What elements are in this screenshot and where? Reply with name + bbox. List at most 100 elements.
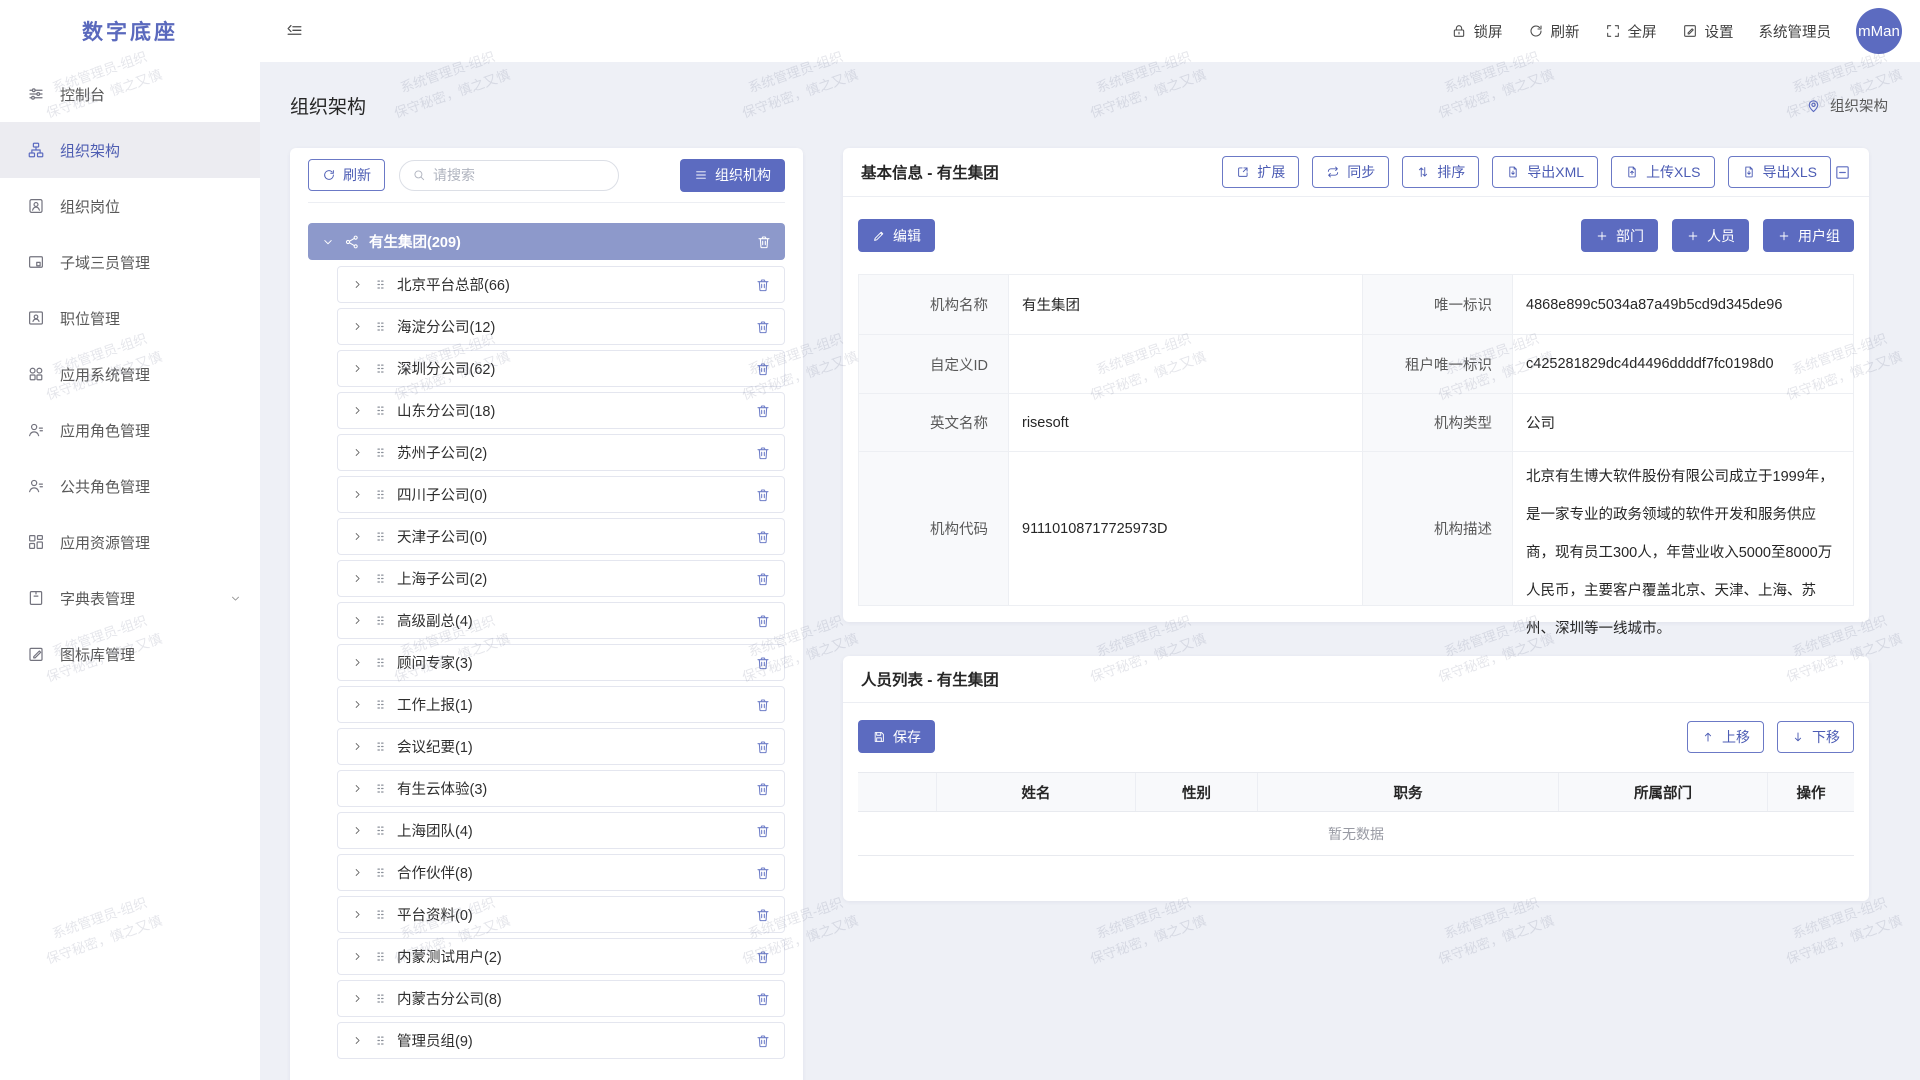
chevron-right-icon[interactable] <box>351 908 364 921</box>
chevron-right-icon[interactable] <box>351 446 364 459</box>
chevron-right-icon[interactable] <box>351 950 364 963</box>
trash-icon[interactable] <box>755 739 771 755</box>
tree-node[interactable]: 深圳分公司(62) <box>337 350 785 387</box>
toolbar-button[interactable]: 上传XLS <box>1611 156 1714 188</box>
tree-root-node[interactable]: 有生集团(209) <box>308 223 785 260</box>
tree-node[interactable]: 四川子公司(0) <box>337 476 785 513</box>
chevron-right-icon[interactable] <box>351 362 364 375</box>
trash-icon[interactable] <box>755 823 771 839</box>
drag-handle-icon[interactable] <box>373 319 388 334</box>
drag-handle-icon[interactable] <box>373 781 388 796</box>
drag-handle-icon[interactable] <box>373 697 388 712</box>
topbar-refresh-page[interactable]: 刷新 <box>1528 21 1580 42</box>
trash-icon[interactable] <box>755 361 771 377</box>
drag-handle-icon[interactable] <box>373 277 388 292</box>
chevron-right-icon[interactable] <box>351 992 364 1005</box>
drag-handle-icon[interactable] <box>373 907 388 922</box>
toolbar-button[interactable]: 同步 <box>1312 156 1389 188</box>
drag-handle-icon[interactable] <box>373 361 388 376</box>
drag-handle-icon[interactable] <box>373 991 388 1006</box>
sidebar-item[interactable]: 应用资源管理 <box>0 514 260 570</box>
tree-node[interactable]: 北京平台总部(66) <box>337 266 785 303</box>
drag-handle-icon[interactable] <box>373 571 388 586</box>
tree-node[interactable]: 苏州子公司(2) <box>337 434 785 471</box>
add-button[interactable]: 部门 <box>1581 219 1658 252</box>
chevron-right-icon[interactable] <box>351 698 364 711</box>
tree-node[interactable]: 平台资料(0) <box>337 896 785 933</box>
trash-icon[interactable] <box>755 781 771 797</box>
chevron-right-icon[interactable] <box>351 656 364 669</box>
save-button[interactable]: 保存 <box>858 720 935 753</box>
drag-handle-icon[interactable] <box>373 403 388 418</box>
tree-node[interactable]: 上海团队(4) <box>337 812 785 849</box>
topbar-fullscreen[interactable]: 全屏 <box>1605 21 1657 42</box>
sidebar-item[interactable]: 字典表管理 <box>0 570 260 626</box>
toolbar-button[interactable]: 扩展 <box>1222 156 1299 188</box>
trash-icon[interactable] <box>755 907 771 923</box>
drag-handle-icon[interactable] <box>373 487 388 502</box>
drag-handle-icon[interactable] <box>373 865 388 880</box>
drag-handle-icon[interactable] <box>373 823 388 838</box>
tree-node[interactable]: 海淀分公司(12) <box>337 308 785 345</box>
menu-fold-icon[interactable] <box>285 22 304 41</box>
sidebar-item[interactable]: 子域三员管理 <box>0 234 260 290</box>
trash-icon[interactable] <box>755 697 771 713</box>
collapse-panel-icon[interactable] <box>1834 164 1851 181</box>
drag-handle-icon[interactable] <box>373 445 388 460</box>
tree-node[interactable]: 山东分公司(18) <box>337 392 785 429</box>
tree-node[interactable]: 上海子公司(2) <box>337 560 785 597</box>
chevron-right-icon[interactable] <box>351 404 364 417</box>
chevron-right-icon[interactable] <box>351 278 364 291</box>
topbar-settings[interactable]: 设置 <box>1682 21 1734 42</box>
tree-refresh-button[interactable]: 刷新 <box>308 159 385 191</box>
drag-handle-icon[interactable] <box>373 1033 388 1048</box>
add-button[interactable]: 人员 <box>1672 219 1749 252</box>
add-button[interactable]: 用户组 <box>1763 219 1854 252</box>
sidebar-item[interactable]: 职位管理 <box>0 290 260 346</box>
drag-handle-icon[interactable] <box>373 949 388 964</box>
sidebar-item[interactable]: 组织岗位 <box>0 178 260 234</box>
tree-search-input[interactable] <box>433 167 606 183</box>
topbar-lock-screen[interactable]: 锁屏 <box>1451 21 1503 42</box>
sidebar-item[interactable]: 组织架构 <box>0 122 260 178</box>
trash-icon[interactable] <box>755 613 771 629</box>
edit-button[interactable]: 编辑 <box>858 219 935 252</box>
tree-node[interactable]: 合作伙伴(8) <box>337 854 785 891</box>
chevron-right-icon[interactable] <box>351 824 364 837</box>
toolbar-button[interactable]: 导出XML <box>1492 156 1598 188</box>
toolbar-button[interactable]: 排序 <box>1402 156 1479 188</box>
trash-icon[interactable] <box>755 403 771 419</box>
tree-node[interactable]: 顾问专家(3) <box>337 644 785 681</box>
tree-node[interactable]: 管理员组(9) <box>337 1022 785 1059</box>
tree-node[interactable]: 工作上报(1) <box>337 686 785 723</box>
drag-handle-icon[interactable] <box>373 655 388 670</box>
trash-icon[interactable] <box>755 529 771 545</box>
trash-icon[interactable] <box>755 319 771 335</box>
drag-handle-icon[interactable] <box>373 613 388 628</box>
username[interactable]: 系统管理员 <box>1759 21 1832 42</box>
sidebar-item[interactable]: 应用系统管理 <box>0 346 260 402</box>
move-down-button[interactable]: 下移 <box>1777 721 1854 753</box>
org-structure-button[interactable]: 组织机构 <box>680 159 785 192</box>
drag-handle-icon[interactable] <box>373 739 388 754</box>
trash-icon[interactable] <box>755 487 771 503</box>
sidebar-item[interactable]: 应用角色管理 <box>0 402 260 458</box>
tree-node[interactable]: 内蒙古分公司(8) <box>337 980 785 1017</box>
chevron-right-icon[interactable] <box>351 1034 364 1047</box>
trash-icon[interactable] <box>755 1033 771 1049</box>
trash-icon[interactable] <box>755 865 771 881</box>
tree-node[interactable]: 有生云体验(3) <box>337 770 785 807</box>
sidebar-item[interactable]: 公共角色管理 <box>0 458 260 514</box>
trash-icon[interactable] <box>755 571 771 587</box>
trash-icon[interactable] <box>755 991 771 1007</box>
chevron-right-icon[interactable] <box>351 866 364 879</box>
avatar[interactable]: mMan <box>1856 8 1902 54</box>
chevron-right-icon[interactable] <box>351 530 364 543</box>
chevron-right-icon[interactable] <box>351 740 364 753</box>
trash-icon[interactable] <box>755 655 771 671</box>
trash-icon[interactable] <box>756 234 772 250</box>
tree-node[interactable]: 会议纪要(1) <box>337 728 785 765</box>
trash-icon[interactable] <box>755 949 771 965</box>
sidebar-item[interactable]: 图标库管理 <box>0 626 260 682</box>
tree-node[interactable]: 天津子公司(0) <box>337 518 785 555</box>
